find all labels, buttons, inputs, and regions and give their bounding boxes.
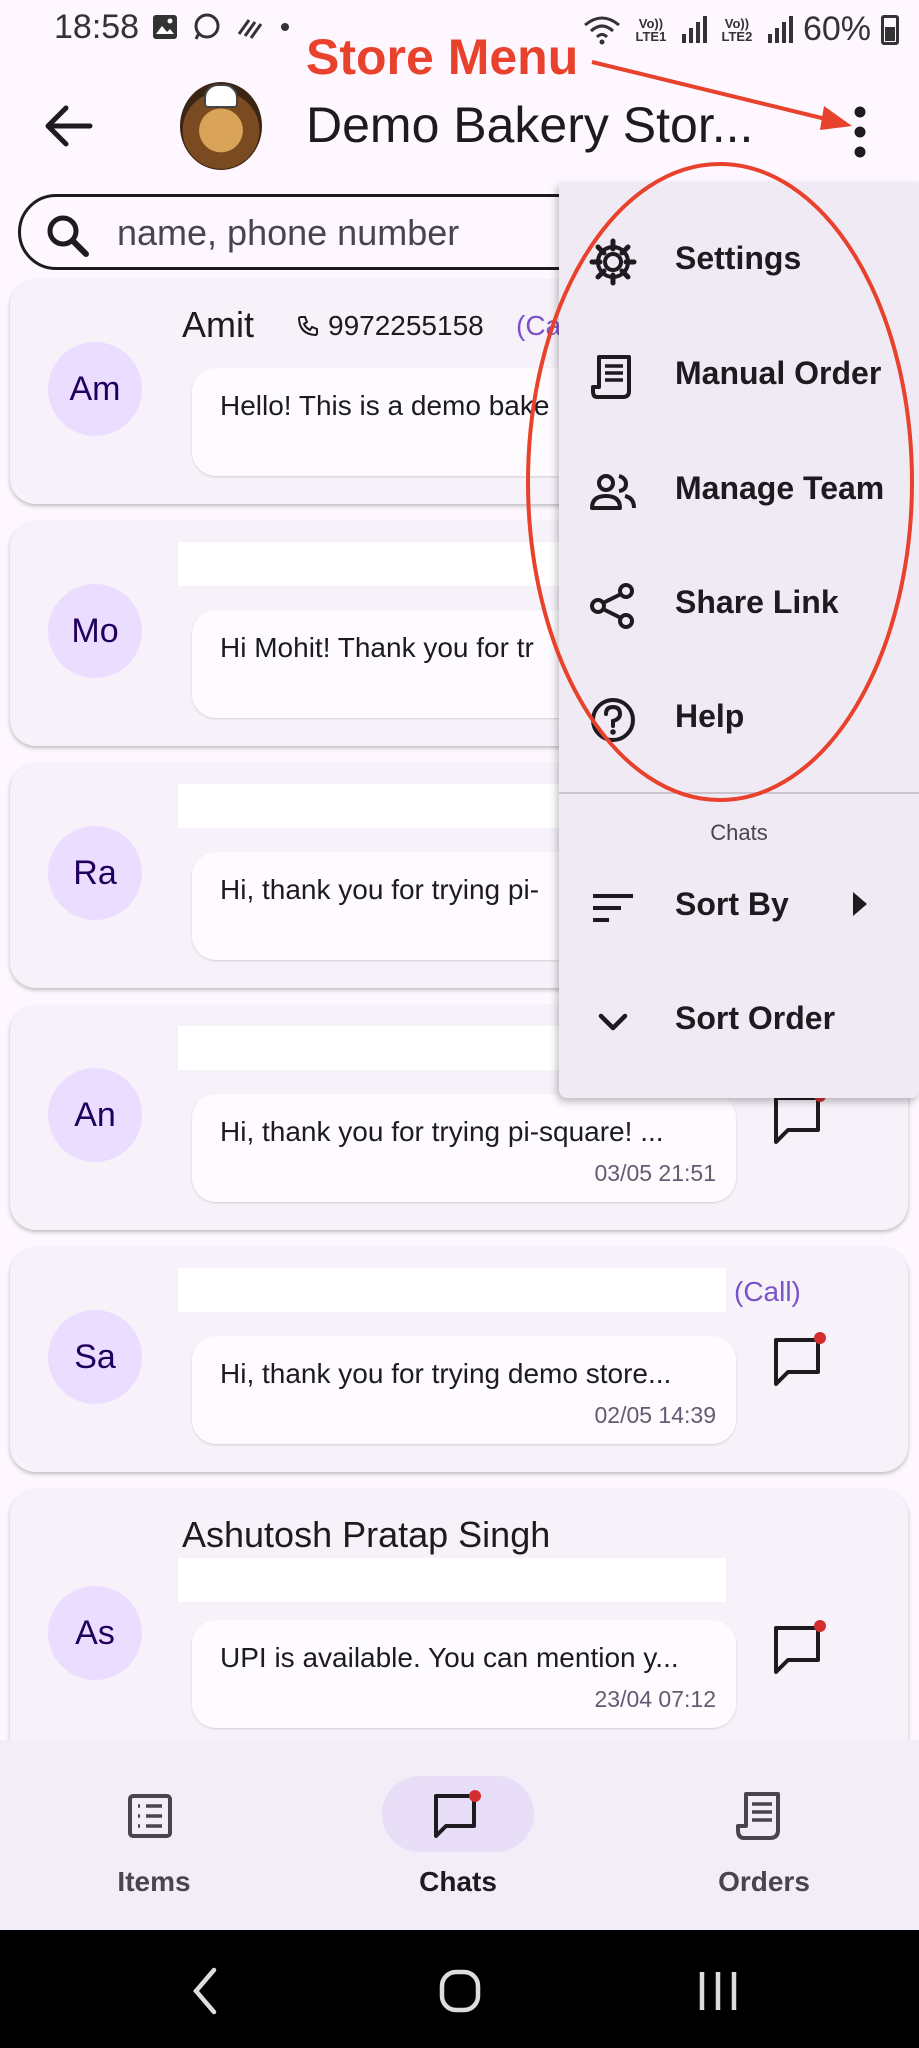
chat-bubble-unread-icon[interactable] — [766, 1618, 830, 1682]
status-right: Vo)) LTE1 Vo)) LTE2 60% — [583, 10, 899, 49]
menu-label: Settings — [675, 240, 802, 276]
message-time: 02/05 14:39 — [594, 1402, 716, 1428]
call-link[interactable]: (Ca — [516, 310, 561, 342]
nav-label: Orders — [718, 1866, 810, 1897]
menu-item-sort-order[interactable]: Sort Order — [559, 970, 919, 1070]
message-bubble: Hi, thank you for trying pi-square! ... … — [192, 1094, 736, 1202]
chat-card[interactable]: Sa (Call) Hi, thank you for trying demo … — [10, 1248, 908, 1472]
help-icon — [591, 698, 635, 742]
contact-name: Ashutosh Pratap Singh — [182, 1514, 551, 1555]
menu-item-manual-order[interactable]: Manual Order — [559, 325, 919, 425]
dot-icon — [281, 23, 289, 31]
menu-item-help[interactable]: Help — [559, 668, 919, 768]
status-time: 18:58 — [54, 8, 140, 46]
nav-item-orders[interactable]: Orders — [656, 1776, 856, 1906]
menu-item-share-link[interactable]: Share Link — [559, 554, 919, 654]
signal-bars-icon — [681, 15, 707, 43]
menu-label: Sort Order — [675, 1000, 836, 1036]
system-back-icon[interactable] — [176, 1964, 236, 2018]
message-bubble: UPI is available. You can mention y... 2… — [192, 1620, 736, 1728]
back-arrow-icon[interactable] — [40, 98, 96, 154]
lte1-label: Vo)) LTE1 — [635, 15, 667, 44]
nav-label: Items — [117, 1866, 191, 1897]
redacted-phone — [178, 1558, 726, 1602]
menu-item-sort-by[interactable]: Sort By — [559, 856, 919, 956]
nav-item-items[interactable]: Items — [46, 1776, 246, 1906]
message-preview: Hi, thank you for trying pi-square! ... — [220, 1116, 664, 1147]
phone-icon — [297, 316, 318, 337]
message-preview: UPI is available. You can mention y... — [220, 1642, 679, 1673]
whatsapp-icon — [194, 13, 220, 40]
call-link[interactable]: (Call) — [734, 1276, 801, 1308]
bottom-nav: Items Chats Orders — [0, 1740, 919, 1930]
people-icon — [590, 474, 636, 510]
menu-label: Manual Order — [675, 355, 882, 391]
message-time: 03/05 21:51 — [594, 1160, 716, 1186]
more-vert-icon[interactable] — [840, 102, 880, 162]
search-input[interactable] — [117, 209, 557, 257]
contact-avatar: Mo — [48, 584, 142, 678]
wifi-icon — [583, 16, 620, 44]
lte2-label: Vo)) LTE2 — [721, 15, 753, 44]
battery-percent: 60% — [802, 10, 871, 48]
menu-section-title: Chats — [710, 820, 768, 845]
menu-divider — [559, 792, 919, 794]
menu-label: Manage Team — [675, 470, 885, 506]
receipt-icon — [591, 355, 631, 399]
system-nav-bar — [0, 1930, 919, 2048]
contact-avatar: Am — [48, 342, 142, 436]
sort-icon — [593, 894, 633, 922]
battery-icon — [881, 14, 899, 45]
annotation-label: Store Menu — [306, 29, 579, 85]
contact-name: Amit — [182, 304, 254, 345]
search-icon — [47, 215, 89, 257]
phone-number: 9972255158 — [328, 310, 484, 341]
share-icon — [590, 583, 634, 629]
menu-item-manage-team[interactable]: Manage Team — [559, 440, 919, 540]
contact-avatar: An — [48, 1068, 142, 1162]
message-preview: Hi, thank you for trying demo store... — [220, 1358, 672, 1389]
store-title: Demo Bakery Stor... — [306, 97, 754, 153]
menu-label: Sort By — [675, 886, 789, 922]
chat-card[interactable]: As Ashutosh Pratap Singh UPI is availabl… — [10, 1490, 908, 1740]
store-menu: Settings Manual Order Manage Team Share … — [559, 182, 919, 1098]
store-logo[interactable] — [180, 82, 262, 170]
menu-label: Help — [675, 698, 745, 734]
chat-bubble-icon — [434, 1790, 481, 1838]
redacted-name — [178, 1268, 726, 1312]
submenu-arrow-icon — [853, 892, 867, 916]
notification-icons — [152, 12, 290, 42]
gallery-icon — [153, 15, 177, 39]
signal-slash-icon — [237, 19, 263, 39]
contact-avatar: As — [48, 1586, 142, 1680]
gear-icon — [589, 238, 637, 286]
signal-bars-icon — [767, 15, 793, 43]
nav-item-chats[interactable]: Chats — [350, 1776, 550, 1906]
list-icon — [128, 1794, 172, 1838]
contact-avatar: Sa — [48, 1310, 142, 1404]
contact-phone[interactable]: 9972255158 — [296, 310, 484, 342]
receipt-icon — [736, 1792, 780, 1840]
system-recents-icon[interactable] — [688, 1964, 748, 2018]
chevron-down-icon — [598, 1013, 628, 1031]
contact-avatar: Ra — [48, 826, 142, 920]
system-home-icon[interactable] — [430, 1964, 490, 2018]
menu-item-settings[interactable]: Settings — [559, 210, 919, 310]
menu-label: Share Link — [675, 584, 839, 620]
message-time: 23/04 07:12 — [594, 1686, 716, 1712]
nav-label: Chats — [419, 1866, 497, 1897]
chat-bubble-unread-icon[interactable] — [766, 1330, 830, 1394]
message-bubble: Hi, thank you for trying demo store... 0… — [192, 1336, 736, 1444]
